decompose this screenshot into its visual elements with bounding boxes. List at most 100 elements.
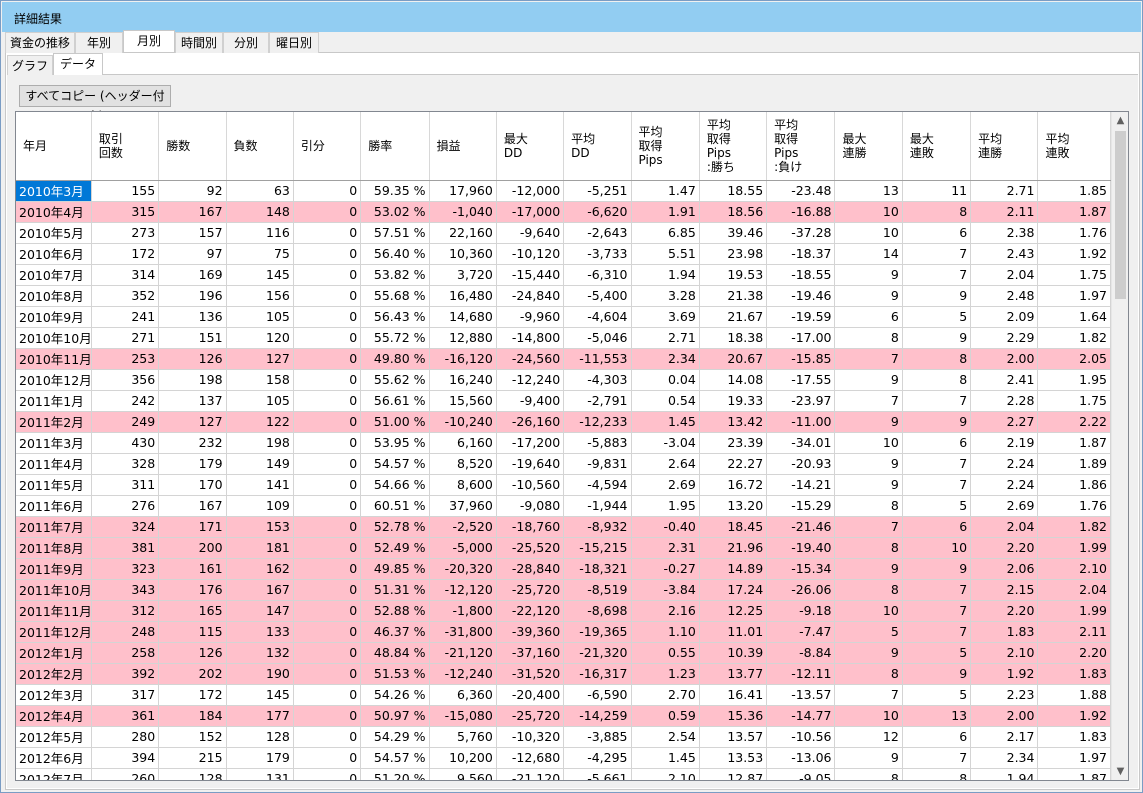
table-cell[interactable]: -10.56 xyxy=(766,726,836,748)
table-cell[interactable]: -25,520 xyxy=(496,537,565,559)
table-cell[interactable]: 122 xyxy=(226,411,294,433)
table-cell[interactable]: 1.99 xyxy=(1037,600,1111,622)
table-cell[interactable]: 323 xyxy=(91,558,160,580)
table-cell[interactable]: 14,680 xyxy=(429,306,497,328)
row-month-cell[interactable]: 2011年11月 xyxy=(16,600,92,622)
table-cell[interactable]: 55.68 % xyxy=(360,285,430,307)
table-cell[interactable]: 92 xyxy=(158,180,227,202)
table-cell[interactable]: 53.82 % xyxy=(360,264,430,286)
table-row[interactable]: 2010年6月 172 97 75 0 56.40 % 10,360 -10,120 -3,73… xyxy=(16,243,1111,265)
table-cell[interactable]: 1.23 xyxy=(631,663,700,685)
table-cell[interactable]: 2.17 xyxy=(970,726,1039,748)
table-cell[interactable]: -4,295 xyxy=(563,747,632,769)
table-cell[interactable]: 0 xyxy=(293,621,362,643)
table-cell[interactable]: 3,720 xyxy=(429,264,497,286)
row-month-cell[interactable]: 2010年4月 xyxy=(16,201,92,223)
row-month-cell[interactable]: 2011年12月 xyxy=(16,621,92,643)
table-cell[interactable]: -17,000 xyxy=(496,201,565,223)
table-cell[interactable]: 169 xyxy=(158,264,227,286)
table-cell[interactable]: 127 xyxy=(226,348,294,370)
table-cell[interactable]: 16.72 xyxy=(699,474,768,496)
table-row[interactable]: 2011年11月 312 165 147 0 52.88 % -1,800 -22,120 -8… xyxy=(16,600,1111,622)
table-cell[interactable]: 156 xyxy=(226,285,294,307)
table-cell[interactable]: 1.82 xyxy=(1037,516,1111,538)
table-cell[interactable]: 51.20 % xyxy=(360,768,430,780)
table-cell[interactable]: -12,240 xyxy=(429,663,497,685)
table-cell[interactable]: -15.85 xyxy=(766,348,836,370)
table-cell[interactable]: 0 xyxy=(293,348,362,370)
table-row[interactable]: 2011年12月 248 115 133 0 46.37 % -31,800 -39,360-… xyxy=(16,621,1111,643)
table-cell[interactable]: 10 xyxy=(834,222,903,244)
table-cell[interactable]: 5 xyxy=(902,495,972,517)
table-cell[interactable]: 128 xyxy=(226,726,294,748)
table-cell[interactable]: -19.59 xyxy=(766,306,836,328)
table-cell[interactable]: 126 xyxy=(158,348,227,370)
table-cell[interactable]: 6 xyxy=(902,516,972,538)
table-cell[interactable]: 361 xyxy=(91,705,160,727)
table-cell[interactable]: 0 xyxy=(293,495,362,517)
table-cell[interactable]: 8 xyxy=(902,768,972,780)
table-cell[interactable]: 2.19 xyxy=(970,432,1039,454)
table-cell[interactable]: -9,960 xyxy=(496,306,565,328)
table-cell[interactable]: 8,600 xyxy=(429,474,497,496)
table-cell[interactable]: 51.53 % xyxy=(360,663,430,685)
table-cell[interactable]: -22,120 xyxy=(496,600,565,622)
table-cell[interactable]: 9 xyxy=(902,558,972,580)
table-cell[interactable]: -31,520 xyxy=(496,663,565,685)
table-cell[interactable]: 9 xyxy=(834,474,903,496)
table-cell[interactable]: 6 xyxy=(902,726,972,748)
table-cell[interactable]: -8,932 xyxy=(563,516,632,538)
table-cell[interactable]: -11,553 xyxy=(563,348,632,370)
table-cell[interactable]: 53.95 % xyxy=(360,432,430,454)
table-cell[interactable]: 7 xyxy=(902,579,972,601)
table-cell[interactable]: 60.51 % xyxy=(360,495,430,517)
table-cell[interactable]: 430 xyxy=(91,432,160,454)
table-cell[interactable]: -1,800 xyxy=(429,600,497,622)
table-cell[interactable]: 52.78 % xyxy=(360,516,430,538)
table-cell[interactable]: -10,320 xyxy=(496,726,565,748)
table-cell[interactable]: 2.69 xyxy=(970,495,1039,517)
table-cell[interactable]: -3.84 xyxy=(631,579,700,601)
table-cell[interactable]: 2.00 xyxy=(970,348,1039,370)
column-header[interactable]: 平均 連敗 xyxy=(1037,112,1111,181)
table-cell[interactable]: 14.89 xyxy=(699,558,768,580)
table-cell[interactable]: -14.21 xyxy=(766,474,836,496)
table-cell[interactable]: 0 xyxy=(293,516,362,538)
table-cell[interactable]: 49.80 % xyxy=(360,348,430,370)
table-row[interactable]: 2011年2月 249 127 122 0 51.00 % -10,240 -26,160 -1… xyxy=(16,411,1111,433)
table-cell[interactable]: 1.76 xyxy=(1037,495,1111,517)
row-month-cell[interactable]: 2012年1月 xyxy=(16,642,92,664)
table-cell[interactable]: 0 xyxy=(293,684,362,706)
column-header[interactable]: 最大 連敗 xyxy=(902,112,972,181)
table-cell[interactable]: -17.55 xyxy=(766,369,836,391)
table-cell[interactable]: 127 xyxy=(158,411,227,433)
table-cell[interactable]: 0 xyxy=(293,768,362,780)
table-cell[interactable]: 23.98 xyxy=(699,243,768,265)
table-cell[interactable]: -2,643 xyxy=(563,222,632,244)
table-cell[interactable]: 2.04 xyxy=(970,516,1039,538)
table-cell[interactable]: 2.20 xyxy=(970,537,1039,559)
table-cell[interactable]: -8,519 xyxy=(563,579,632,601)
table-cell[interactable]: 317 xyxy=(91,684,160,706)
table-cell[interactable]: -6,620 xyxy=(563,201,632,223)
table-cell[interactable]: -17.00 xyxy=(766,327,836,349)
table-cell[interactable]: 172 xyxy=(91,243,160,265)
table-cell[interactable]: 158 xyxy=(226,369,294,391)
table-cell[interactable]: 200 xyxy=(158,537,227,559)
row-month-cell[interactable]: 2012年3月 xyxy=(16,684,92,706)
column-header[interactable]: 取引 回数 xyxy=(91,112,160,181)
table-cell[interactable]: 381 xyxy=(91,537,160,559)
table-cell[interactable]: 14 xyxy=(834,243,903,265)
table-cell[interactable]: 249 xyxy=(91,411,160,433)
row-month-cell[interactable]: 2010年7月 xyxy=(16,264,92,286)
table-cell[interactable]: 1.76 xyxy=(1037,222,1111,244)
table-cell[interactable]: 0 xyxy=(293,264,362,286)
table-cell[interactable]: 18.45 xyxy=(699,516,768,538)
table-cell[interactable]: 9 xyxy=(834,747,903,769)
table-cell[interactable]: 392 xyxy=(91,663,160,685)
table-cell[interactable]: 0 xyxy=(293,537,362,559)
table-cell[interactable]: 2.34 xyxy=(970,747,1039,769)
column-header[interactable]: 最大 連勝 xyxy=(834,112,903,181)
table-cell[interactable]: 21.67 xyxy=(699,306,768,328)
table-cell[interactable]: 172 xyxy=(158,684,227,706)
